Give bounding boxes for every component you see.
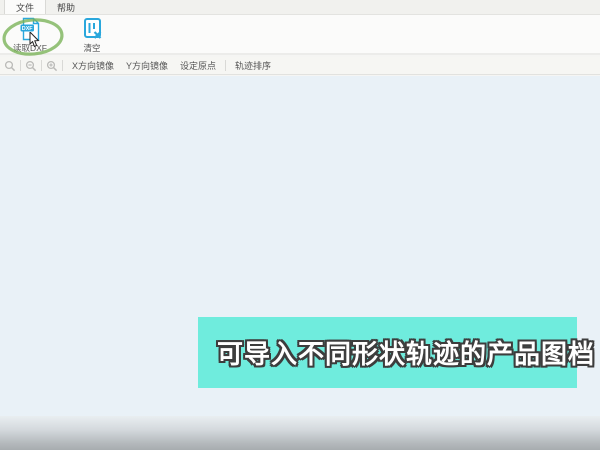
mirror-y-button[interactable]: Y方向镜像 (120, 59, 174, 72)
clear-document-icon (80, 17, 104, 41)
toolbar-divider (62, 60, 63, 71)
drawing-canvas[interactable]: 可导入不同形状轨迹的产品图档 (0, 76, 600, 450)
zoom-in-icon[interactable] (45, 59, 59, 73)
toolbar-divider (225, 60, 226, 71)
menu-tab-help[interactable]: 帮助 (46, 0, 86, 14)
caption-banner: 可导入不同形状轨迹的产品图档 (198, 317, 577, 388)
set-origin-button[interactable]: 设定原点 (174, 59, 222, 72)
toolbar-divider (41, 60, 42, 71)
svg-text:DXF: DXF (22, 26, 33, 32)
dxf-document-icon: DXF (18, 17, 42, 41)
menu-bar: 文件 帮助 (0, 0, 600, 15)
view-toolbar: X方向镜像 Y方向镜像 设定原点 轨迹排序 (0, 57, 600, 75)
read-dxf-button[interactable]: DXF 读取DXF (5, 15, 55, 53)
toolbar-divider (20, 60, 21, 71)
read-dxf-label: 读取DXF (13, 42, 47, 54)
bottom-gradient-strip (0, 416, 600, 450)
menu-tab-file[interactable]: 文件 (4, 0, 46, 14)
ribbon-toolbar: DXF 读取DXF 清空 (0, 15, 600, 55)
zoom-out-icon[interactable] (24, 59, 38, 73)
path-sort-button[interactable]: 轨迹排序 (229, 59, 277, 72)
mirror-x-button[interactable]: X方向镜像 (66, 59, 120, 72)
clear-button[interactable]: 清空 (67, 15, 117, 53)
caption-text: 可导入不同形状轨迹的产品图档 (198, 334, 595, 371)
clear-label: 清空 (83, 42, 100, 54)
zoom-icon[interactable] (3, 59, 17, 73)
app-window: 文件 帮助 DXF 读取DXF (0, 0, 600, 450)
